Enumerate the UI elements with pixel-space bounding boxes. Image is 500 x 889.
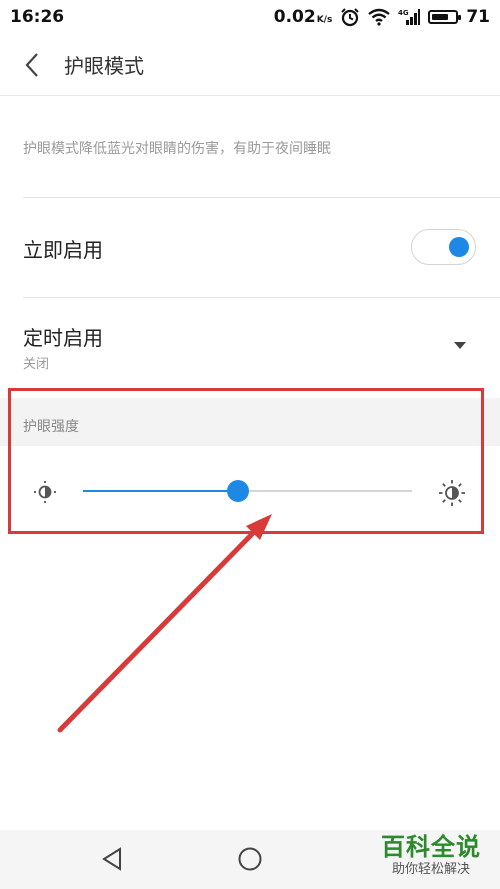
intensity-slider[interactable] [83,480,412,502]
network-speed-value: 0.02 [273,7,316,27]
scheduled-enable-value: 关闭 [23,357,50,372]
signal-icon: 4G [398,8,421,26]
watermark-title: 百科全说 [381,833,481,861]
intensity-section-header: 护眼强度 [0,398,500,446]
chevron-left-icon [25,52,38,77]
divider [23,197,500,198]
page-title: 护眼模式 [64,54,144,78]
alarm-icon [340,7,360,27]
watermark-logo: 百科全说 助你轻松解决 [372,826,490,886]
intensity-section-label: 护眼强度 [23,419,79,435]
status-bar: 16:26 0.02K/s 4G 71 [0,0,500,34]
network-speed: 0.02K/s [274,7,333,27]
triangle-back-icon[interactable] [100,846,124,872]
wifi-icon [368,8,391,26]
watermark-subtitle: 助你轻松解决 [391,862,470,877]
battery-icon [428,10,462,24]
circle-home-icon[interactable] [237,846,263,872]
divider [23,297,500,298]
dim-sun-icon [34,481,56,503]
status-icons: 0.02K/s 4G 71 [274,7,490,27]
mode-description: 护眼模式降低蓝光对眼睛的伤害，有助于夜间睡眠 [23,141,331,157]
status-time: 16:26 [10,7,65,27]
network-speed-unit: K/s [316,15,333,25]
back-button[interactable] [0,34,64,96]
app-header: 护眼模式 [0,34,500,96]
intensity-slider-row [0,446,500,536]
toggle-knob [449,237,469,257]
instant-enable-label: 立即启用 [23,238,103,262]
instant-enable-toggle[interactable] [411,229,476,265]
battery-percent: 71 [466,7,490,27]
slider-fill [83,490,238,492]
bright-sun-icon [439,480,465,506]
network-type: 4G [398,9,409,17]
slider-thumb[interactable] [226,480,249,502]
scheduled-enable-label: 定时启用 [23,326,103,350]
dropdown-arrow-icon[interactable] [454,342,466,349]
